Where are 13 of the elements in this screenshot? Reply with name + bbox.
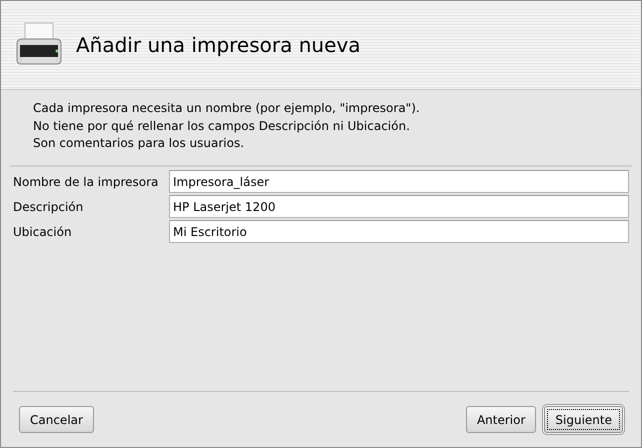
dialog-title: Añadir una impresora nueva: [76, 32, 360, 59]
intro-text: Cada impresora necesita un nombre (por ejemplo, "impresora").: [33, 100, 420, 117]
field-label: Ubicación: [12, 224, 73, 240]
dialog-button[interactable]: Cancelar: [19, 406, 94, 433]
field-label: Descripción: [12, 198, 84, 216]
intro-text: No tiene por qué rellenar los campos Descripción ni Ubicación.: [33, 118, 410, 134]
dialog-button[interactable]: Anterior: [466, 406, 536, 433]
text-field[interactable]: Mi Escritorio: [169, 220, 629, 243]
text-field[interactable]: HP Laserjet 1200: [169, 195, 629, 218]
field-label: Nombre de la impresora: [12, 174, 160, 190]
dialog-button[interactable]: Siguiente: [544, 406, 623, 433]
intro-text: Son comentarios para los usuarios.: [33, 135, 244, 152]
text-field[interactable]: Impresora_láser: [169, 170, 629, 193]
